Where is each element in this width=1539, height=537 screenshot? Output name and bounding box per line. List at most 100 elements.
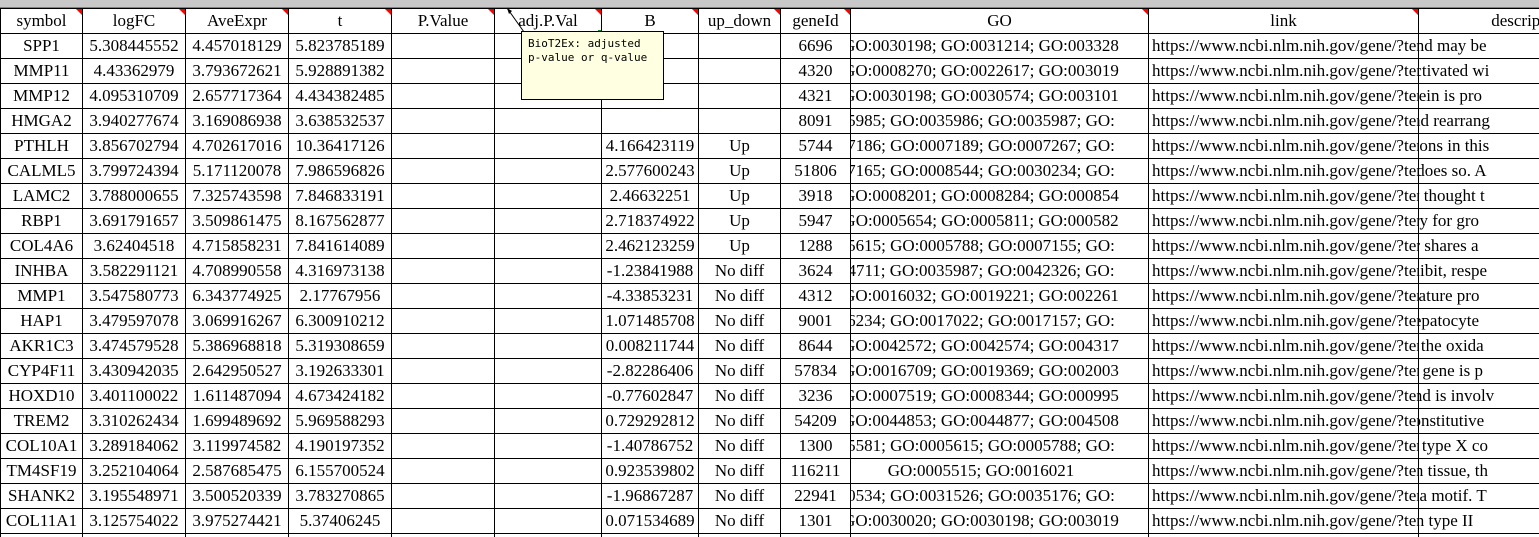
cell-t[interactable]: 7.846833191 <box>288 183 392 209</box>
cell-link[interactable]: https://www.ncbi.nlm.nih.gov/gene/?term=… <box>1148 408 1419 434</box>
column-header-geneid[interactable]: geneId <box>780 8 851 34</box>
cell-link[interactable]: https://www.ncbi.nlm.nih.gov/gene/?term=… <box>1148 533 1419 537</box>
cell-pvalue[interactable] <box>391 283 495 309</box>
cell-updown[interactable]: No diff <box>698 308 781 334</box>
cell-description[interactable]: found in the cell membrane and may be <box>1418 33 1539 59</box>
cell-link[interactable]: https://www.ncbi.nlm.nih.gov/gene/?term=… <box>1148 383 1419 409</box>
cell-geneid[interactable]: 8091 <box>780 108 851 134</box>
cell-description[interactable]: n the developing limb buds and is involv <box>1418 383 1539 409</box>
cell-symbol[interactable]: HMGA2 <box>0 108 83 134</box>
cell-t[interactable]: 3.192633301 <box>288 358 392 384</box>
cell-adjpval[interactable] <box>494 233 602 259</box>
cell-pvalue[interactable] <box>391 533 495 537</box>
cell-t[interactable]: 2.17767956 <box>288 283 392 309</box>
cell-pvalue[interactable] <box>391 433 495 459</box>
cell-logfc[interactable]: 3.289184062 <box>82 433 186 459</box>
cell-description[interactable]: y processed to generate the mature pro <box>1418 283 1539 309</box>
cell-adjpval[interactable] <box>494 108 602 134</box>
cell-description[interactable]: The gamma 2 chain, formerly thought t <box>1418 183 1539 209</box>
cell-link[interactable]: https://www.ncbi.nlm.nih.gov/gene/?term=… <box>1148 158 1419 184</box>
cell-adjpval[interactable] <box>494 508 602 534</box>
table-row[interactable]: COL4A6 3.62404518 4.715858231 7.841614089 2.… <box>0 233 1539 259</box>
table-row[interactable]: HAP1 3.479597078 3.069916267 6.300910212 1.0… <box>0 308 1539 334</box>
cell-symbol[interactable]: MMP12 <box>0 83 83 109</box>
cell-aveexpr[interactable]: 5.386968818 <box>185 333 289 359</box>
cell-description[interactable]: with integrins. In human brain tissue, t… <box>1418 458 1539 484</box>
cell-b[interactable]: -0.77602847 <box>601 383 699 409</box>
cell-go[interactable]: 7186; GO:0007189; GO:0007267; GO: <box>850 133 1149 159</box>
table-row[interactable]: MMP1 3.547580773 6.343774925 2.17767956 -4.3… <box>0 283 1539 309</box>
cell-go[interactable]: GO:0030020; GO:0030198; GO:003019 <box>850 508 1149 534</box>
cell-pvalue[interactable] <box>391 33 495 59</box>
cell-b[interactable]: 2.46632251 <box>601 183 699 209</box>
cell-t[interactable]: 3.564796172 <box>288 533 392 537</box>
table-row[interactable]: HMGA2 3.940277674 3.169086938 3.638532537 80… <box>0 108 1539 134</box>
cell-t[interactable]: 7.986596826 <box>288 158 392 184</box>
cell-geneid[interactable]: 1300 <box>780 433 851 459</box>
column-header-logfc[interactable]: logFC <box>82 8 186 34</box>
cell-link[interactable]: https://www.ncbi.nlm.nih.gov/gene/?term=… <box>1148 233 1419 259</box>
cell-updown[interactable]: Up <box>698 233 781 259</box>
cell-aveexpr[interactable]: 6.343774925 <box>185 283 289 309</box>
cell-updown[interactable]: No diff <box>698 258 781 284</box>
cell-t[interactable]: 4.316973138 <box>288 258 392 284</box>
cell-pvalue[interactable] <box>391 258 495 284</box>
cell-go[interactable]: GO:0016709; GO:0019369; GO:002003 <box>850 358 1149 384</box>
cell-aveexpr[interactable]: 2.642950527 <box>185 358 289 384</box>
cell-updown[interactable]: Up <box>698 133 781 159</box>
cell-aveexpr[interactable]: 5.998734612 <box>185 533 289 537</box>
cell-description[interactable]: collagen, so that the gene pair shares a <box>1418 233 1539 259</box>
column-header-symbol[interactable]: symbol <box>0 8 83 34</box>
cell-pvalue[interactable] <box>391 358 495 384</box>
cell-description[interactable]: enanthrenequinone (PQ), and the oxida <box>1418 333 1539 359</box>
cell-b[interactable]: 2.718374922 <box>601 208 699 234</box>
cell-updown[interactable] <box>698 83 781 109</box>
cell-aveexpr[interactable]: 3.169086938 <box>185 108 289 134</box>
cell-symbol[interactable]: CYP4F11 <box>0 358 83 384</box>
cell-t[interactable]: 5.37406245 <box>288 508 392 534</box>
cell-geneid[interactable]: 6696 <box>780 33 851 59</box>
cell-logfc[interactable]: 3.401100022 <box>82 383 186 409</box>
cell-description[interactable]: ctive proproteins which are activated wi <box>1418 58 1539 84</box>
cell-aveexpr[interactable]: 3.509861475 <box>185 208 289 234</box>
cell-updown[interactable] <box>698 33 781 59</box>
cell-description[interactable]: tasis. The encoded preproprotein is pro <box>1418 83 1539 109</box>
cell-logfc[interactable]: 3.252104064 <box>82 458 186 484</box>
table-row[interactable]: SERPINE12.9648764225.9987346123.56479617… <box>0 533 1539 537</box>
cell-geneid[interactable]: 8644 <box>780 333 851 359</box>
cell-go[interactable]: GO:0044853; GO:0044877; GO:004508 <box>850 408 1149 434</box>
cell-symbol[interactable]: SHANK2 <box>0 483 83 509</box>
cell-geneid[interactable]: 4320 <box>780 58 851 84</box>
cell-b[interactable]: 0.729292812 <box>601 408 699 434</box>
cell-description[interactable]: the deletion, amplification, and rearran… <box>1418 108 1539 134</box>
cell-t[interactable]: 4.190197352 <box>288 433 392 459</box>
cell-geneid[interactable]: 3624 <box>780 258 851 284</box>
cell-pvalue[interactable] <box>391 233 495 259</box>
cell-description[interactable]: a fat-soluble vitamin necessary for gro <box>1418 208 1539 234</box>
cell-b[interactable]: -4.33853231 <box>601 283 699 309</box>
cell-symbol[interactable]: MMP11 <box>0 58 83 84</box>
cell-adjpval[interactable] <box>494 283 602 309</box>
cell-t[interactable]: 3.783270865 <box>288 483 392 509</box>
cell-updown[interactable]: Up <box>698 183 781 209</box>
cell-symbol[interactable]: HAP1 <box>0 308 83 334</box>
cell-aveexpr[interactable]: 3.069916267 <box>185 308 289 334</box>
cell-b[interactable] <box>601 108 699 134</box>
cell-link[interactable]: https://www.ncbi.nlm.nih.gov/gene/?term=… <box>1148 483 1419 509</box>
cell-logfc[interactable]: 3.547580773 <box>82 283 186 309</box>
cell-geneid[interactable]: 5054 <box>780 533 851 537</box>
cell-go[interactable]: GO:0005654; GO:0005811; GO:000582 <box>850 208 1149 234</box>
cell-t[interactable]: 8.167562877 <box>288 208 392 234</box>
cell-description[interactable]: nia of malignancy, and mutations in this <box>1418 133 1539 159</box>
cell-geneid[interactable]: 9001 <box>780 308 851 334</box>
cell-aveexpr[interactable]: 4.457018129 <box>185 33 289 59</box>
cell-go[interactable]: 5985; GO:0035986; GO:0035987; GO: <box>850 108 1149 134</box>
cell-logfc[interactable]: 3.62404518 <box>82 233 186 259</box>
column-header-pvalue[interactable]: P.Value <box>391 8 495 34</box>
cell-go[interactable]: GO:0005515; GO:0016021 <box>850 458 1149 484</box>
cell-aveexpr[interactable]: 4.702617016 <box>185 133 289 159</box>
cell-logfc[interactable]: 3.474579528 <box>82 333 186 359</box>
table-row[interactable]: CALML5 3.799724394 5.171120078 7.986596826 2… <box>0 158 1539 184</box>
cell-aveexpr[interactable]: 4.708990558 <box>185 258 289 284</box>
cell-b[interactable]: 2.462123259 <box>601 233 699 259</box>
